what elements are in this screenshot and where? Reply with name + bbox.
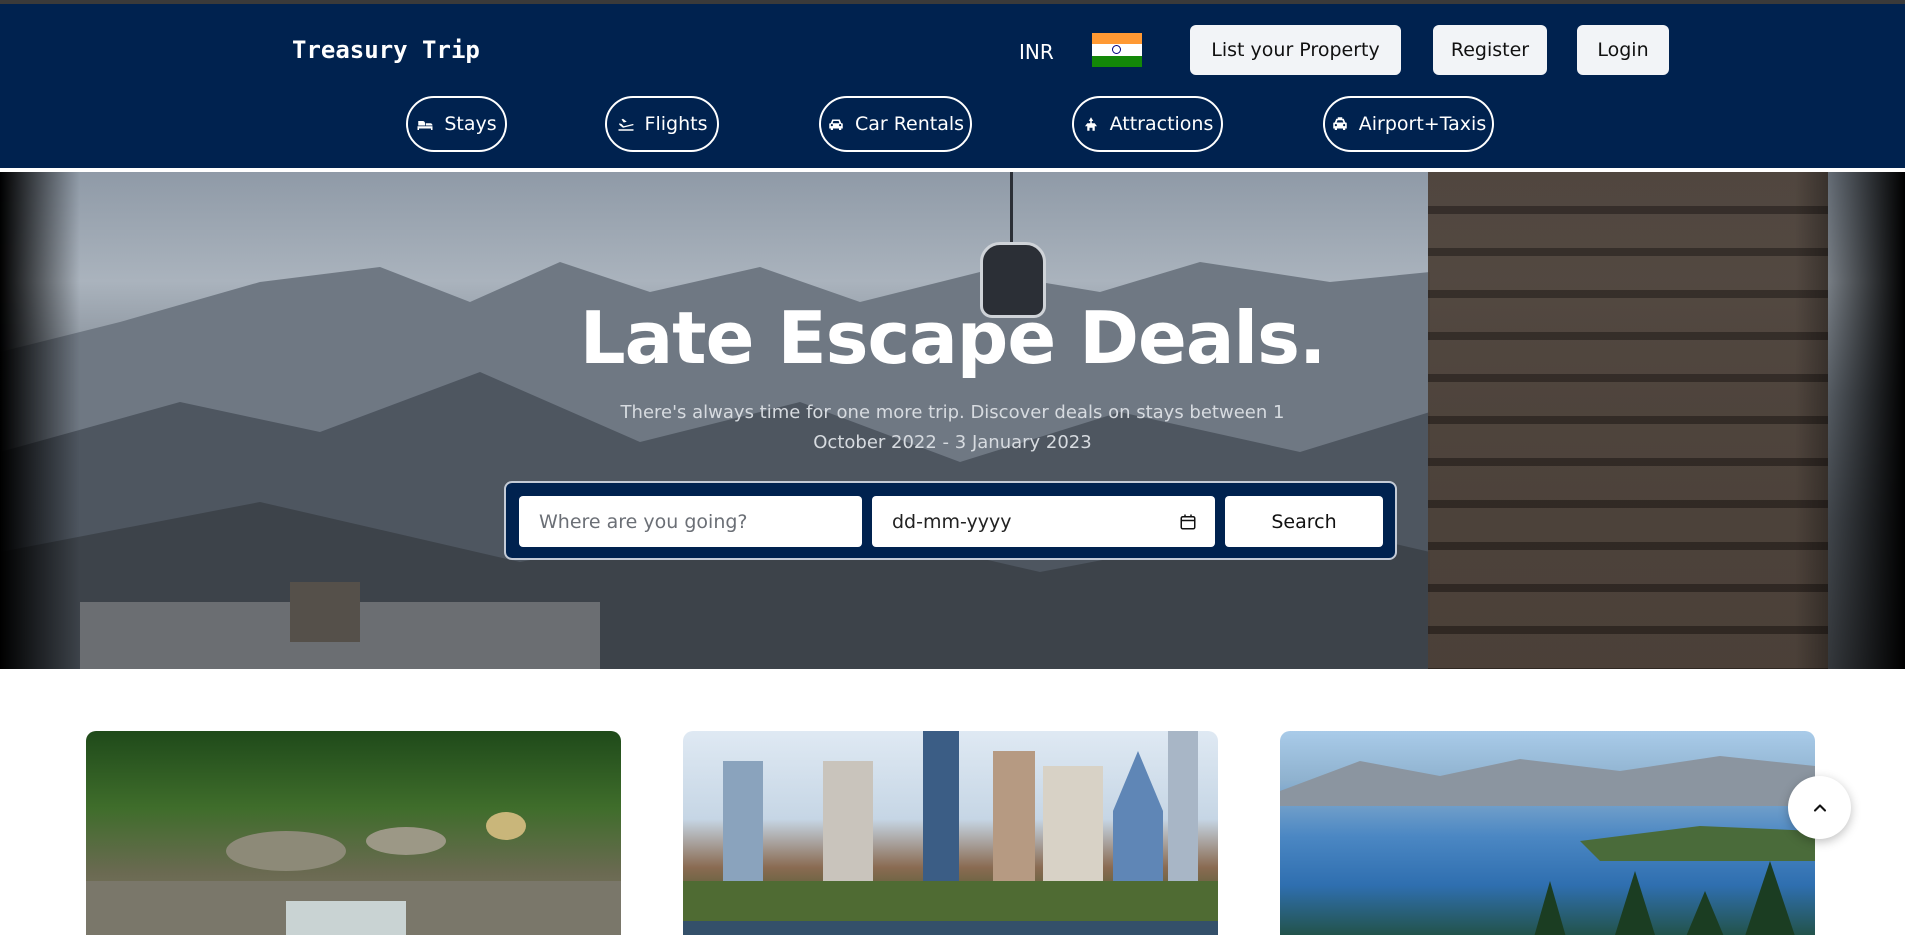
search-button[interactable]: Search xyxy=(1225,496,1383,547)
hero-shade-left xyxy=(0,172,80,669)
destination-card-lake-mountains[interactable] xyxy=(1280,731,1815,935)
car-icon xyxy=(829,119,843,130)
date-input-placeholder: dd-mm-yyyy xyxy=(892,510,1012,533)
brand-logo[interactable]: Treasury Trip xyxy=(292,36,480,64)
list-property-button[interactable]: List your Property xyxy=(1190,25,1401,75)
date-input[interactable]: dd-mm-yyyy xyxy=(872,496,1215,547)
login-button[interactable]: Login xyxy=(1577,25,1669,75)
destination-input[interactable]: Where are you going? xyxy=(519,496,862,547)
search-bar: Where are you going? dd-mm-yyyy Search xyxy=(504,481,1397,560)
forest-stream-image xyxy=(86,812,621,935)
nav-stays[interactable]: Stays xyxy=(406,96,507,152)
nav-airport-taxis-label: Airport+Taxis xyxy=(1358,113,1487,135)
hero-subtitle: There's always time for one more trip. D… xyxy=(620,402,1285,453)
scroll-to-top-button[interactable] xyxy=(1788,776,1851,839)
india-flag-icon[interactable] xyxy=(1092,33,1142,67)
nav-flights[interactable]: Flights xyxy=(605,96,719,152)
taxi-icon xyxy=(1333,117,1347,130)
wooden-chalet-wall xyxy=(1428,172,1828,669)
lake-mountains-image xyxy=(1280,756,1815,935)
city-skyline-image xyxy=(683,731,1218,935)
bed-icon xyxy=(417,121,433,130)
nav-car-rentals-label: Car Rentals xyxy=(854,113,965,135)
currency-selector[interactable]: INR xyxy=(1019,40,1054,64)
cable-line xyxy=(1010,172,1013,244)
nav-airport-taxis[interactable]: Airport+Taxis xyxy=(1323,96,1494,152)
site-header: Treasury Trip INR List your Property Reg… xyxy=(0,4,1905,170)
register-button[interactable]: Register xyxy=(1433,25,1547,75)
nav-attractions[interactable]: Attractions xyxy=(1072,96,1223,152)
nav-car-rentals[interactable]: Car Rentals xyxy=(819,96,972,152)
destination-card-forest-stream[interactable] xyxy=(86,731,621,935)
nav-stays-label: Stays xyxy=(444,113,497,135)
hero-shade-right xyxy=(1795,172,1905,669)
attractions-icon xyxy=(1084,117,1097,131)
chevron-up-icon xyxy=(1813,803,1826,812)
nav-flights-label: Flights xyxy=(644,113,708,135)
hero-title: Late Escape Deals. xyxy=(579,296,1327,380)
destination-card-city-skyline[interactable] xyxy=(683,731,1218,935)
nav-attractions-label: Attractions xyxy=(1109,113,1214,135)
plane-icon xyxy=(618,118,634,131)
calendar-icon[interactable] xyxy=(1179,513,1197,531)
